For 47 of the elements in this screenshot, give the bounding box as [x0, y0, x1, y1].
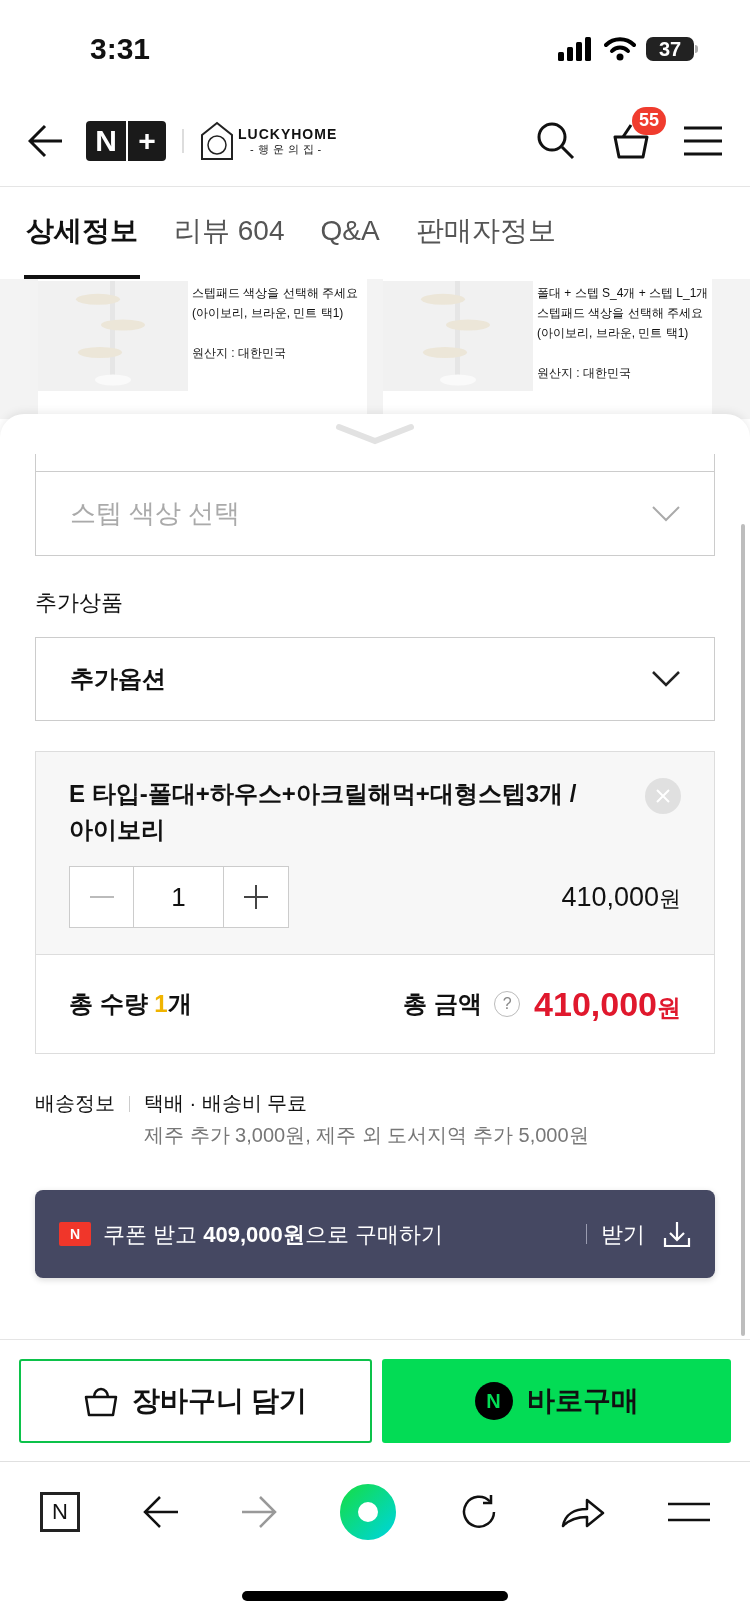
- shipping-note: 제주 추가 3,000원, 제주 외 도서지역 추가 5,000원: [144, 1123, 589, 1148]
- tab[interactable]: 리뷰 604: [172, 187, 287, 279]
- back-icon[interactable]: [28, 123, 64, 158]
- coupon-badge: N: [59, 1222, 91, 1246]
- chevron-down-icon: [652, 505, 680, 522]
- buy-now-button[interactable]: N 바로구매: [382, 1358, 731, 1443]
- brand-badge: N +: [86, 120, 166, 161]
- store-logo: LUCKYHOME -행운의집-: [200, 120, 338, 161]
- detail-text: 스텝패드 색상을 선택해 주세요: [537, 305, 704, 322]
- back-icon[interactable]: [142, 1494, 179, 1529]
- tab[interactable]: Q&A: [318, 187, 382, 279]
- coupon-banner[interactable]: N 쿠폰 받고 409,000원으로 구매하기 받기: [35, 1190, 715, 1278]
- coupon-text: 쿠폰 받고 409,000원으로 구매하기: [103, 1220, 443, 1249]
- naver-badge: N: [474, 1381, 513, 1420]
- forward-icon[interactable]: [241, 1494, 278, 1529]
- detail-text: 원산지 : 대한민국: [192, 345, 287, 362]
- detail-text: 원산지 : 대한민국: [537, 365, 632, 382]
- menu-icon[interactable]: [667, 1501, 710, 1522]
- option-price: 410,000원: [561, 880, 681, 914]
- wifi-icon: [604, 36, 636, 61]
- tab[interactable]: 판매자정보: [413, 187, 558, 279]
- search-icon[interactable]: [536, 120, 576, 161]
- download-coupon-link[interactable]: 받기: [601, 1217, 645, 1251]
- add-to-cart-button[interactable]: 장바구니 담기: [19, 1358, 372, 1443]
- shipping-method: 택배 · 배송비 무료: [144, 1091, 309, 1116]
- detail-text: 폴대 + 스텝 S_4개 + 스텝 L_1개: [537, 285, 709, 302]
- option-name: E 타입-폴대+하우스+아크릴해먹+대형스텝3개 / 아이보리: [69, 779, 578, 845]
- detail-text: (아이보리, 브라운, 민트 택1): [192, 305, 345, 322]
- total-amount-label: 총 금액: [403, 989, 483, 1019]
- cart-count-badge: 55: [632, 106, 666, 135]
- total-quantity: 총 수량 1개: [69, 989, 192, 1019]
- detail-text: (아이보리, 브라운, 민트 택1): [537, 325, 690, 342]
- total-amount: 410,000원: [534, 983, 681, 1025]
- menu-icon[interactable]: [684, 125, 722, 156]
- close-icon: [656, 789, 670, 803]
- download-icon[interactable]: [663, 1220, 691, 1248]
- home-button[interactable]: N: [40, 1491, 80, 1532]
- minus-icon: [89, 896, 114, 898]
- chevron-down-icon: [652, 671, 680, 687]
- signal-icon: [558, 36, 594, 61]
- cart-button[interactable]: 55: [612, 106, 666, 161]
- addon-select[interactable]: 추가옵션: [35, 637, 715, 721]
- plus-icon: [244, 885, 268, 909]
- shipping-label: 배송정보: [35, 1091, 115, 1116]
- status-time: 3:31: [90, 31, 151, 67]
- detail-text: 스텝패드 색상을 선택해 주세요: [192, 285, 358, 302]
- addon-label: 추가상품: [35, 589, 124, 617]
